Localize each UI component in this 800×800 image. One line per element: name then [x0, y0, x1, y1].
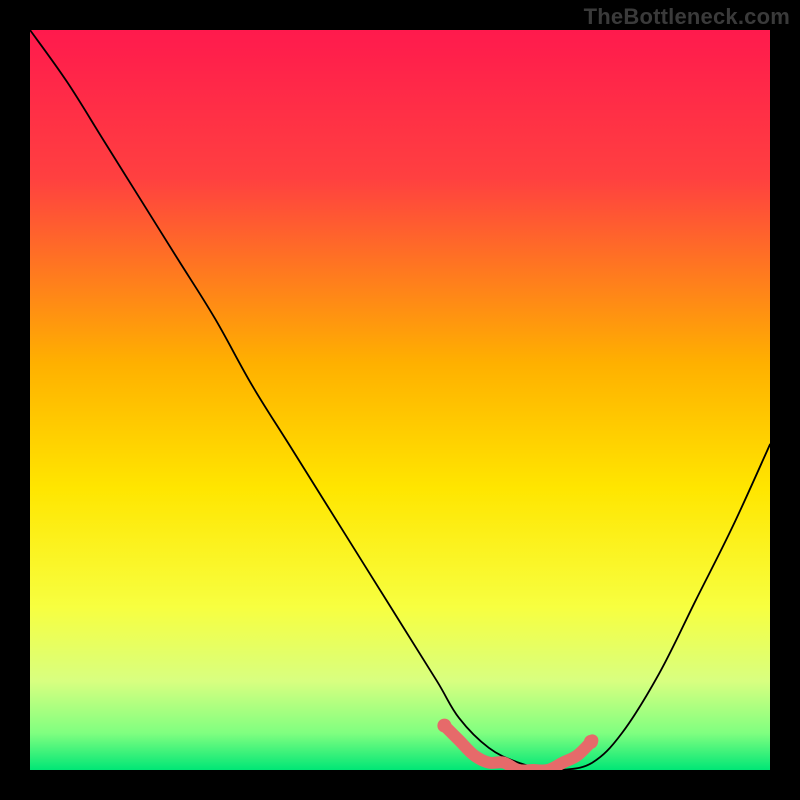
optimal-dot-1	[584, 735, 598, 749]
chart-frame: TheBottleneck.com	[0, 0, 800, 800]
plot-svg	[30, 30, 770, 770]
watermark-text: TheBottleneck.com	[584, 4, 790, 30]
gradient-background	[30, 30, 770, 770]
plot-area	[30, 30, 770, 770]
optimal-dot-0	[437, 719, 451, 733]
